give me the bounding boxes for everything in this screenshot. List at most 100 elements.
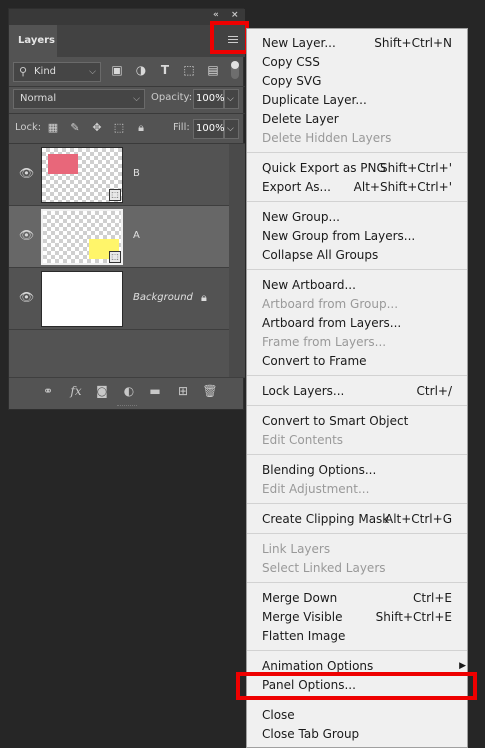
menu-item-label: Link Layers (262, 542, 331, 556)
menu-item-new-group-from-layers[interactable]: New Group from Layers... (262, 227, 462, 246)
layers-scrollbar[interactable] (229, 144, 245, 377)
menu-item-label: New Layer... (262, 36, 336, 50)
menu-item-label: Collapse All Groups (262, 248, 379, 262)
adjustment-filter-icon[interactable]: ◑ (133, 62, 149, 78)
layer-row-background[interactable]: 👁︎ Background 🔒︎ (9, 268, 229, 330)
layer-thumbnail[interactable] (41, 271, 123, 327)
menu-item-artboard-from-layers[interactable]: Artboard from Layers... (262, 314, 462, 333)
close-icon[interactable]: × (231, 10, 239, 20)
menu-item-create-clipping-mask[interactable]: Create Clipping Mask Alt+Ctrl+G (262, 510, 462, 529)
menu-item-label: Convert to Smart Object (262, 414, 409, 428)
menu-item-shortcut: Shift+Ctrl+N (374, 36, 452, 50)
filter-toggle-knob (231, 61, 239, 69)
menu-item-label: New Group... (262, 210, 340, 224)
shape-filter-icon[interactable]: ⬚ (181, 62, 197, 78)
layer-name[interactable]: Background (133, 292, 193, 303)
smart-object-filter-icon[interactable]: ▤ (205, 62, 221, 78)
search-icon: ⚲ (19, 65, 28, 78)
menu-item-convert-to-smart-object[interactable]: Convert to Smart Object (262, 412, 462, 431)
new-layer-icon[interactable]: ⊞ (175, 383, 191, 399)
lock-image-icon[interactable]: ✎ (68, 121, 82, 135)
menu-item-label: New Artboard... (262, 278, 356, 292)
blend-row: Normal ⌵ Opacity: 100% ⌵ (9, 87, 245, 115)
artboard-badge-icon: ⬚ (109, 251, 121, 263)
menu-item-label: Animation Options (262, 659, 374, 673)
fx-icon[interactable]: fx (68, 383, 84, 399)
menu-item-new-artboard[interactable]: New Artboard... (262, 276, 462, 295)
adjustment-icon[interactable]: ◐ (121, 383, 137, 399)
folder-icon[interactable]: ▬ (147, 383, 163, 399)
highlight-panel-menu-button (210, 21, 249, 54)
fill-dropdown[interactable]: ⌵ (224, 119, 239, 139)
menu-item-shortcut: Alt+Ctrl+G (384, 512, 452, 526)
menu-item-merge-visible[interactable]: Merge Visible Shift+Ctrl+E (262, 608, 462, 627)
lock-artboard-icon[interactable]: ⬚ (112, 121, 126, 135)
kind-filter-select[interactable]: ⚲ Kind ⌵ (13, 62, 101, 82)
menu-item-label: Duplicate Layer... (262, 93, 367, 107)
opacity-input[interactable]: 100% (193, 89, 225, 109)
menu-separator (247, 152, 467, 153)
eye-icon[interactable]: 👁︎ (19, 167, 35, 179)
collapse-icon[interactable]: « (213, 10, 219, 20)
lock-position-icon[interactable]: ✥ (90, 121, 104, 135)
lock-all-icon[interactable]: 🔒︎ (134, 121, 148, 135)
menu-item-lock-layers[interactable]: Lock Layers... Ctrl+/ (262, 382, 462, 401)
menu-item-label: Copy SVG (262, 74, 322, 88)
layer-row-a[interactable]: 👁︎ ⬚ A (9, 206, 229, 268)
menu-separator (247, 582, 467, 583)
eye-icon[interactable]: 👁︎ (19, 291, 35, 303)
menu-item-collapse-all-groups[interactable]: Collapse All Groups (262, 246, 462, 265)
resize-grip[interactable] (117, 405, 137, 408)
eye-icon[interactable]: 👁︎ (19, 229, 35, 241)
menu-item-link-layers: Link Layers (262, 540, 462, 559)
lock-transparent-icon[interactable]: ▦ (46, 121, 60, 135)
menu-item-new-group[interactable]: New Group... (262, 208, 462, 227)
menu-item-delete-hidden-layers: Delete Hidden Layers (262, 129, 462, 148)
menu-item-copy-svg[interactable]: Copy SVG (262, 72, 462, 91)
layer-name[interactable]: B (133, 168, 140, 179)
menu-item-label: Blending Options... (262, 463, 377, 477)
fill-label: Fill: (173, 122, 190, 133)
menu-item-close-tab-group[interactable]: Close Tab Group (262, 725, 462, 744)
menu-item-close[interactable]: Close (262, 706, 462, 725)
chevron-down-icon: ⌵ (89, 67, 96, 77)
opacity-dropdown[interactable]: ⌵ (224, 89, 239, 109)
lock-icon[interactable]: 🔒︎ (201, 291, 207, 305)
link-icon[interactable]: ⚭ (40, 383, 56, 399)
menu-separator (247, 503, 467, 504)
menu-item-label: Delete Layer (262, 112, 339, 126)
menu-item-label: Export As... (262, 180, 331, 194)
menu-item-flatten-image[interactable]: Flatten Image (262, 627, 462, 646)
layer-name[interactable]: A (133, 230, 140, 241)
menu-separator (247, 375, 467, 376)
menu-item-merge-down[interactable]: Merge Down Ctrl+E (262, 589, 462, 608)
pixel-filter-icon[interactable]: ▣ (109, 62, 125, 78)
menu-separator (247, 405, 467, 406)
menu-item-label: Quick Export as PNG (262, 161, 386, 175)
menu-item-convert-to-frame[interactable]: Convert to Frame (262, 352, 462, 371)
highlight-panel-options (236, 672, 477, 700)
mask-icon[interactable]: ◙ (94, 383, 110, 399)
tab-layers[interactable]: Layers (9, 25, 57, 57)
menu-item-label: New Group from Layers... (262, 229, 416, 243)
menu-item-export-as[interactable]: Export As... Alt+Shift+Ctrl+' (262, 178, 462, 197)
menu-item-label: Delete Hidden Layers (262, 131, 392, 145)
menu-separator (247, 454, 467, 455)
menu-item-new-layer[interactable]: New Layer... Shift+Ctrl+N (262, 34, 462, 53)
menu-item-shortcut: Ctrl+E (413, 591, 452, 605)
thumbnail-shape (48, 154, 78, 174)
blend-mode-select[interactable]: Normal ⌵ (13, 89, 145, 109)
menu-item-quick-export-as-png[interactable]: Quick Export as PNG Shift+Ctrl+' (262, 159, 462, 178)
menu-item-delete-layer[interactable]: Delete Layer (262, 110, 462, 129)
fill-input[interactable]: 100% (193, 119, 225, 139)
menu-item-frame-from-layers: Frame from Layers... (262, 333, 462, 352)
trash-icon[interactable]: 🗑︎ (202, 383, 218, 399)
menu-item-label: Close Tab Group (262, 727, 360, 741)
layer-row-b[interactable]: 👁︎ ⬚ B (9, 144, 229, 206)
menu-item-duplicate-layer[interactable]: Duplicate Layer... (262, 91, 462, 110)
lock-label: Lock: (15, 122, 42, 133)
type-filter-icon[interactable]: T (157, 62, 173, 78)
menu-item-blending-options[interactable]: Blending Options... (262, 461, 462, 480)
menu-item-copy-css[interactable]: Copy CSS (262, 53, 462, 72)
menu-separator (247, 533, 467, 534)
